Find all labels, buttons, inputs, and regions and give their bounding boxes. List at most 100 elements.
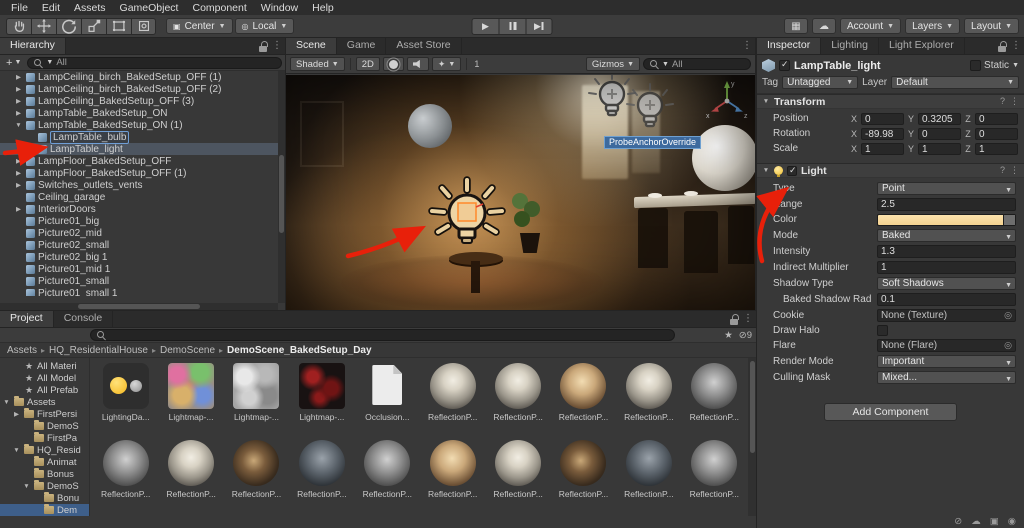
menu-item-edit[interactable]: Edit [35,2,67,14]
lock-icon[interactable] [259,40,268,52]
tab-project[interactable]: Project [0,311,54,327]
menu-item-help[interactable]: Help [305,2,341,14]
mode-dropdown[interactable]: Baked ▼ [877,228,1016,242]
scale-tool-button[interactable] [81,17,106,35]
asset-item[interactable]: ReflectionP... [617,438,680,515]
effects-dropdown[interactable]: ✦ ▼ [431,57,462,71]
panel-menu-icon[interactable]: ⋮ [272,40,282,52]
panel-menu-icon[interactable]: ⋮ [742,40,752,52]
asset-item[interactable]: ReflectionP... [94,438,157,515]
expand-arrow-icon[interactable]: ▶ [14,205,23,213]
handle-space-dropdown[interactable]: ◎ Local ▼ [234,18,295,34]
panel-menu-icon[interactable]: ⋮ [1011,40,1021,52]
asset-item[interactable]: Lightmap-... [159,361,222,438]
object-picker-icon[interactable]: ◎ [1004,310,1012,321]
rect-tool-button[interactable] [106,17,131,35]
breadcrumb-item[interactable]: Assets [7,345,37,356]
hierarchy-item[interactable]: Picture01_small 1 [0,287,285,296]
static-checkbox[interactable] [970,60,982,71]
2d-toggle-button[interactable]: 2D [355,57,380,71]
shadow-type-dropdown[interactable]: Soft Shadows ▼ [877,276,1016,290]
light-component-header[interactable]: ▼ Light ? ⋮ [757,163,1024,178]
static-toggle[interactable]: Static ▼ [970,60,1019,71]
layers-dropdown[interactable]: Layers ▼ [905,18,961,34]
search-filter-icon[interactable]: ▼ [662,61,669,68]
asset-item[interactable]: LightingDa... [94,361,157,438]
component-menu-icon[interactable]: ⋮ [1010,165,1019,176]
expand-arrow-icon[interactable]: ▶ [14,181,23,189]
object-picker-icon[interactable]: ◎ [1004,340,1012,351]
hierarchy-item[interactable]: ▶ LampFloor_BakedSetup_OFF (1) [0,167,285,179]
cloud-services-button[interactable]: ☁ [812,18,836,34]
project-folder-demos[interactable]: ▼ DemoS [0,480,89,492]
project-search-field[interactable] [90,329,675,341]
tab-inspector[interactable]: Inspector [757,38,822,54]
asset-item[interactable]: Lightmap-... [290,361,353,438]
intensity-field[interactable]: 1.3 [877,244,1016,258]
rotation-y-field[interactable]: 0 [918,127,961,140]
foldout-arrow-icon[interactable]: ▼ [762,167,770,174]
asset-item[interactable]: ReflectionP... [552,361,615,438]
project-folder-dem[interactable]: Dem [0,504,89,516]
project-folder-all-model[interactable]: ★ All Model [0,372,89,384]
scale-y-field[interactable]: 1 [918,142,961,155]
project-folder-firstpersi[interactable]: ▶ FirstPersi [0,408,89,420]
asset-item[interactable]: ReflectionP... [486,438,549,515]
tab-game[interactable]: Game [336,38,387,54]
transform-tool-button[interactable] [131,17,156,35]
rotation-z-field[interactable]: 0 [975,127,1018,140]
asset-item[interactable]: ReflectionP... [421,438,484,515]
hierarchy-item[interactable]: ▶ LampTable_BakedSetup_ON [0,107,285,119]
hierarchy-search-field[interactable]: ▼ All [27,56,282,69]
scene-orientation-gizmo[interactable]: y x z [704,77,750,123]
panel-menu-icon[interactable]: ⋮ [743,313,753,325]
project-folder-bonu[interactable]: Bonu [0,492,89,504]
menu-item-component[interactable]: Component [185,2,253,14]
help-icon[interactable]: ? [1000,96,1005,107]
hierarchy-item[interactable]: ▶ LampCeiling_BakedSetup_OFF (3) [0,95,285,107]
tab-asset-store[interactable]: Asset Store [386,38,462,54]
project-vertical-scrollbar[interactable] [748,358,756,516]
draw-halo-checkbox[interactable] [877,324,888,336]
asset-item[interactable]: ReflectionP... [683,438,746,515]
tag-dropdown[interactable]: Untagged ▼ [782,76,859,89]
tab-light-explorer[interactable]: Light Explorer [878,38,965,54]
grid-snap-button[interactable]: ▦ [784,18,808,34]
flare-object-field[interactable]: None (Flare) ◎ [877,338,1016,352]
project-folder-demos[interactable]: DemoS [0,420,89,432]
gizmos-dropdown[interactable]: Gizmos ▼ [585,57,640,71]
expand-arrow-icon[interactable]: ▶ [14,157,23,165]
hidden-packages-icon[interactable]: ⊘9 [739,330,752,341]
range-field[interactable]: 2.5 [877,197,1016,211]
asset-item[interactable]: ReflectionP... [356,438,419,515]
layer-dropdown[interactable]: Default ▼ [891,76,1019,89]
search-filter-icon[interactable]: ▼ [46,59,53,66]
hierarchy-vertical-scrollbar[interactable] [278,71,285,303]
expand-arrow-icon[interactable]: ▼ [2,399,11,406]
scale-z-field[interactable]: 1 [975,142,1018,155]
hierarchy-item[interactable]: Picture02_big 1 [0,251,285,263]
project-folder-all-materi[interactable]: ★ All Materi [0,360,89,372]
breadcrumb-item[interactable]: HQ_ResidentialHouse [49,345,148,356]
active-checkbox[interactable] [779,59,790,71]
pivot-mode-dropdown[interactable]: ▣ Center ▼ [166,18,233,34]
tab-lighting[interactable]: Lighting [821,38,879,54]
position-y-field[interactable]: 0.3205 [918,112,961,125]
help-icon[interactable]: ? [1000,165,1005,176]
foldout-arrow-icon[interactable]: ▼ [762,98,770,105]
pause-button[interactable] [498,17,526,35]
expand-arrow-icon[interactable]: ▶ [14,73,23,81]
hierarchy-item[interactable]: ▼ LampTable_BakedSetup_ON (1) [0,119,285,131]
breadcrumb-item[interactable]: DemoScene_BakedSetup_Day [227,345,372,356]
hierarchy-item[interactable]: Picture01_small [0,275,285,287]
rotate-tool-button[interactable] [56,17,81,35]
collab-status-icon[interactable]: ⊘ [954,516,962,527]
project-folder-hq-resid[interactable]: ▼ HQ_Resid [0,444,89,456]
add-component-button[interactable]: Add Component [823,403,958,421]
component-menu-icon[interactable]: ⋮ [1010,96,1019,107]
expand-arrow-icon[interactable]: ▼ [14,122,23,129]
scene-search-field[interactable]: ▼ All [643,58,751,70]
hierarchy-item[interactable]: ▶ LampCeiling_birch_BakedSetup_OFF (1) [0,71,285,83]
lock-icon[interactable] [730,313,739,325]
expand-arrow-icon[interactable]: ▶ [14,97,23,105]
